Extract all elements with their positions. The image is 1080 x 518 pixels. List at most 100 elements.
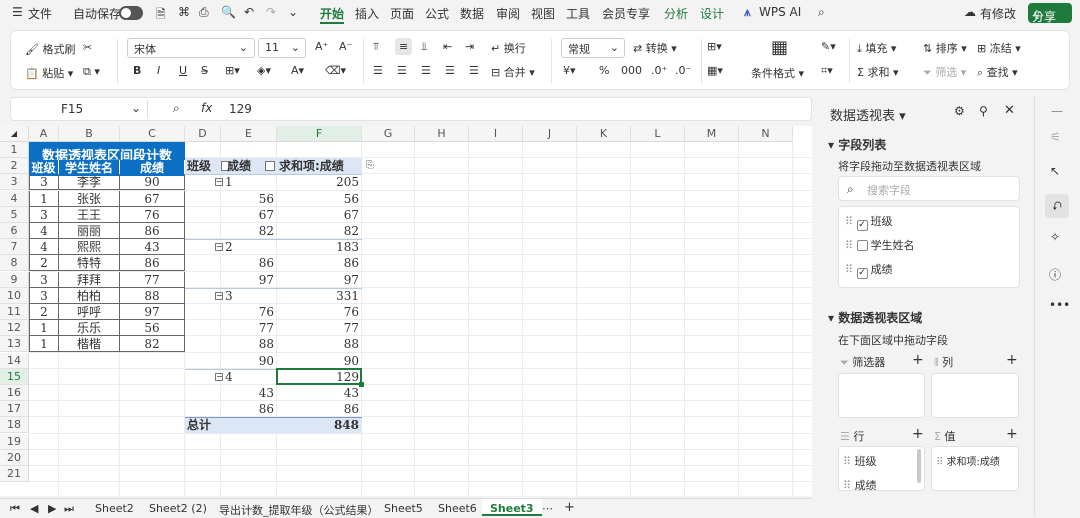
preview-icon[interactable]: 🔍 [221, 5, 236, 19]
column-header[interactable]: B [59, 126, 120, 142]
sheet-tab[interactable]: Sheet2 (2) [149, 502, 207, 515]
table-cell[interactable]: 3 [29, 206, 59, 223]
highlight-icon[interactable]: ✎▾ [821, 40, 836, 53]
field-list-header[interactable]: ▾ 字段列表 [828, 136, 886, 153]
row-header[interactable]: 10 [0, 287, 29, 304]
row-header[interactable]: 3 [0, 174, 29, 191]
tab-analyze[interactable]: 分析 [664, 5, 688, 22]
cell-border-icon[interactable]: ⌗▾ [821, 64, 833, 78]
field-item[interactable]: ⠿ ✓ 成绩 [845, 261, 893, 279]
table-cell[interactable]: 王王 [59, 206, 120, 223]
pivot-score[interactable]: 77 [221, 320, 274, 336]
pivot-group-label[interactable]: 4 [225, 369, 233, 385]
table-cell[interactable]: 43 [120, 239, 185, 256]
border-icon[interactable]: ⊞▾ [225, 64, 240, 77]
pivot-score[interactable]: 67 [221, 207, 274, 223]
name-box[interactable]: F15 [61, 102, 83, 116]
conditional-format-icon[interactable]: ▦ [771, 37, 788, 58]
number-format-select[interactable]: 常规 ⌄ [561, 38, 625, 58]
checkbox-checked-icon[interactable]: ✓ [856, 220, 868, 231]
font-name-select[interactable]: 宋体 ⌄ [127, 38, 255, 58]
more-sheets-icon[interactable]: ⋯ [542, 502, 553, 515]
collapse-icon[interactable]: − [215, 291, 223, 300]
pivot-sum[interactable]: 205 [277, 174, 359, 190]
row-header[interactable]: 5 [0, 206, 29, 223]
pivot-score[interactable]: 86 [221, 401, 274, 417]
indent-decrease-icon[interactable]: ⇤ [443, 40, 452, 53]
column-header[interactable]: M [685, 126, 739, 142]
help-icon[interactable]: ⓘ [1049, 266, 1061, 283]
bold-button[interactable]: B [133, 64, 141, 77]
wps-ai-button[interactable]: WPS AI [759, 5, 801, 19]
row-header[interactable]: 13 [0, 336, 29, 353]
table-cell[interactable]: 乐乐 [59, 320, 120, 337]
pivot-sum[interactable]: 86 [277, 401, 359, 417]
search-icon[interactable]: ⌕ [818, 5, 825, 20]
column-header[interactable]: K [577, 126, 631, 142]
align-right-icon[interactable]: ☰ [421, 64, 431, 77]
row-header[interactable]: 6 [0, 223, 29, 239]
row-header[interactable]: 17 [0, 401, 29, 418]
row-field-item[interactable]: ⠿ 班级 [843, 453, 877, 469]
autosave-toggle[interactable] [119, 6, 143, 20]
tab-page[interactable]: 页面 [390, 5, 414, 22]
indent-increase-icon[interactable]: ⇥ [465, 40, 474, 53]
merge-button[interactable]: ⊟ 合并 ▾ [491, 64, 535, 80]
table-cell[interactable]: 呼呼 [59, 304, 120, 320]
menu-icon[interactable]: ☰ [12, 5, 23, 19]
spreadsheet-grid[interactable]: ◢ A B C D E F G H I J K L M N 1 2 3 4 5 6 7 8 9 10 11 12 13 14 15 16 1… [0, 126, 812, 496]
table-cell[interactable]: 2 [29, 304, 59, 320]
share-button[interactable]: ⇪ 分享 [1028, 3, 1072, 24]
align-left-icon[interactable]: ☰ [373, 64, 383, 77]
pivot-sum[interactable]: 77 [277, 320, 359, 336]
last-sheet-icon[interactable]: ⏭ [64, 502, 74, 516]
tab-review[interactable]: 审阅 [496, 5, 520, 22]
wrap-text-button[interactable]: ↵ 换行 [491, 40, 526, 56]
increase-font-icon[interactable]: A⁺ [315, 40, 328, 53]
tab-view[interactable]: 视图 [531, 5, 555, 22]
convert-button[interactable]: ⇄ 转换 ▾ [633, 40, 677, 56]
pivot-sum[interactable]: 43 [277, 385, 359, 401]
underline-button[interactable]: U [179, 64, 187, 77]
add-filter-button[interactable]: + [912, 352, 924, 368]
align-middle-icon[interactable]: ≡ [395, 38, 413, 55]
row-header[interactable]: 18 [0, 417, 29, 434]
tab-member[interactable]: 会员专享 [602, 5, 650, 22]
freeze-button[interactable]: ⊞ 冻结 ▾ [977, 40, 1021, 56]
table-cell[interactable]: 柏柏 [59, 287, 120, 304]
columns-drop-zone[interactable] [931, 373, 1019, 418]
selected-cell[interactable] [276, 367, 362, 385]
properties-icon[interactable]: ⚟ [1050, 130, 1061, 144]
file-menu[interactable]: 文件 [28, 5, 52, 22]
scrollbar[interactable] [917, 449, 921, 483]
collapse-icon[interactable]: — [1051, 104, 1063, 118]
tools-icon[interactable]: ✧ [1050, 230, 1060, 244]
percent-button[interactable]: % [599, 64, 609, 77]
find-button[interactable]: ⌕ 查找 ▾ [977, 64, 1018, 80]
strikethrough-icon[interactable]: S̶ [201, 64, 208, 77]
table-cell[interactable]: 拜拜 [59, 271, 120, 288]
zoom-icon[interactable]: ⌕ [173, 101, 180, 116]
row-header[interactable]: 19 [0, 433, 29, 450]
table-cell[interactable]: 熙熙 [59, 239, 120, 256]
row-header[interactable]: 8 [0, 255, 29, 272]
collapse-icon[interactable]: − [215, 243, 223, 252]
collapse-icon[interactable]: − [215, 178, 223, 187]
tab-tools[interactable]: 工具 [566, 5, 590, 22]
sheet-tab[interactable]: Sheet5 [384, 502, 423, 515]
paste-button[interactable]: 📋 粘贴 ▾ [25, 65, 73, 81]
redo-icon[interactable]: ↷ [266, 5, 276, 19]
pivot-score[interactable]: 97 [221, 272, 274, 288]
pivot-group-label[interactable]: 2 [225, 239, 233, 255]
table-cell[interactable]: 86 [120, 255, 185, 272]
select-all-corner[interactable]: ◢ [0, 126, 29, 142]
table-cell[interactable]: 97 [120, 304, 185, 320]
prev-sheet-icon[interactable]: ◀ [30, 502, 38, 515]
table-cell[interactable]: 楷楷 [59, 336, 120, 353]
pivot-score[interactable]: 76 [221, 304, 274, 320]
cut-icon[interactable]: ✂ [83, 41, 92, 54]
value-field-item[interactable]: ⠿ 求和项:成绩 [936, 453, 1000, 468]
share-link-icon[interactable]: ⌘ [178, 5, 190, 19]
italic-button[interactable]: I [157, 64, 160, 77]
pivot-sum[interactable]: 82 [277, 223, 359, 239]
